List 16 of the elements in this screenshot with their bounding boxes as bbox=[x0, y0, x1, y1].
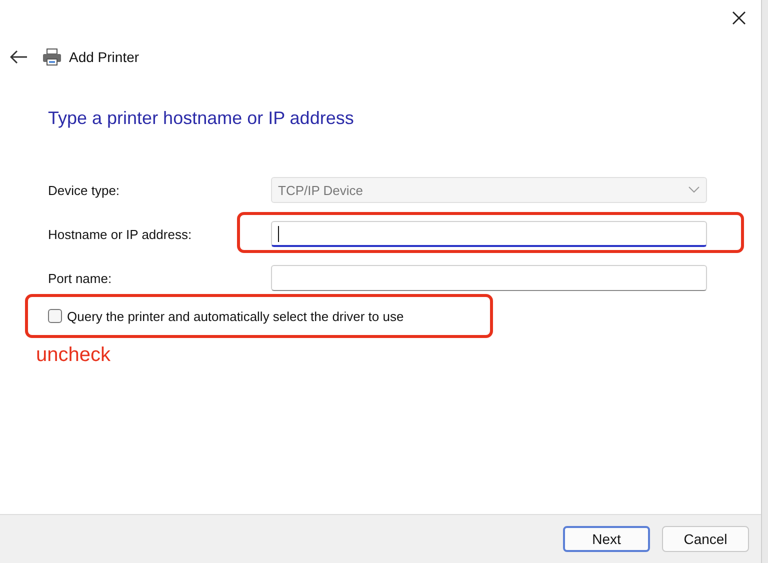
printer-icon bbox=[42, 48, 62, 66]
window-title: Add Printer bbox=[69, 49, 140, 65]
annotation-note: uncheck bbox=[36, 344, 110, 367]
checkbox[interactable] bbox=[48, 309, 62, 323]
close-button[interactable] bbox=[731, 10, 747, 26]
page-heading: Type a printer hostname or IP address bbox=[48, 108, 355, 130]
input-field[interactable] bbox=[271, 221, 707, 247]
input-field[interactable] bbox=[271, 265, 707, 291]
field-label: Port name: bbox=[48, 270, 113, 286]
chevron-icon bbox=[688, 186, 700, 194]
next-button[interactable]: Next bbox=[563, 526, 650, 552]
cancel-button[interactable]: Cancel bbox=[662, 526, 749, 552]
back-button[interactable] bbox=[10, 50, 28, 64]
checkbox-label[interactable]: Query the printer and automatically select the driver to use bbox=[67, 308, 404, 324]
field-label: Device type: bbox=[48, 182, 121, 198]
field-label: Hostname or IP address: bbox=[48, 226, 193, 242]
